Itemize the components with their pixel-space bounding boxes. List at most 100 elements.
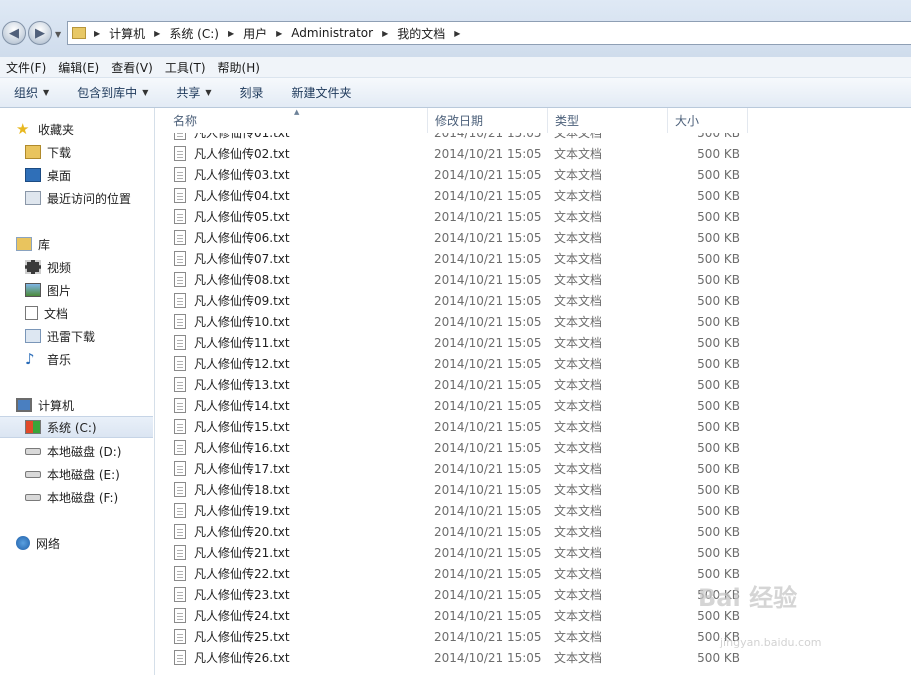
- file-type: 文本文档: [554, 588, 603, 602]
- file-name: 凡人修仙传02.txt: [174, 143, 290, 164]
- text-file-icon: [174, 293, 186, 308]
- text-file-icon: [174, 461, 186, 476]
- menu-view[interactable]: 查看(V): [105, 59, 159, 76]
- menu-tools[interactable]: 工具(T): [159, 59, 212, 76]
- file-row[interactable]: 凡人修仙传13.txt 2014/10/21 15:05 文本文档 500 KB: [166, 374, 911, 395]
- nav-favorites[interactable]: ★ 收藏夹: [0, 118, 169, 140]
- chevron-right-icon[interactable]: ▶: [276, 29, 282, 38]
- file-row[interactable]: 凡人修仙传24.txt 2014/10/21 15:05 文本文档 500 KB: [166, 605, 911, 626]
- chevron-right-icon[interactable]: ▶: [94, 29, 100, 38]
- menu-edit[interactable]: 编辑(E): [52, 59, 105, 76]
- nav-documents[interactable]: 文档: [0, 302, 178, 324]
- file-row[interactable]: 凡人修仙传08.txt 2014/10/21 15:05 文本文档 500 KB: [166, 269, 911, 290]
- nav-videos[interactable]: 视频: [0, 256, 178, 278]
- file-row[interactable]: 凡人修仙传01.txt 2014/10/21 15:05 文本文档 500 KB: [166, 133, 911, 143]
- file-date-modified: 2014/10/21 15:05: [434, 167, 542, 182]
- file-row[interactable]: 凡人修仙传16.txt 2014/10/21 15:05 文本文档 500 KB: [166, 437, 911, 458]
- breadcrumb-administrator[interactable]: Administrator: [291, 26, 373, 40]
- nav-recent-places[interactable]: 最近访问的位置: [0, 187, 178, 209]
- file-row[interactable]: 凡人修仙传03.txt 2014/10/21 15:05 文本文档 500 KB: [166, 164, 911, 185]
- nav-desktop[interactable]: 桌面: [0, 164, 178, 186]
- chevron-right-icon[interactable]: ▶: [454, 29, 460, 38]
- breadcrumb-my-documents[interactable]: 我的文档: [397, 25, 445, 42]
- forward-button[interactable]: ▶: [28, 21, 52, 45]
- file-type: 文本文档: [554, 420, 603, 434]
- nav-drive-f[interactable]: 本地磁盘 (F:): [0, 486, 178, 508]
- share-button[interactable]: 共享 ▼: [162, 84, 225, 101]
- hard-drive-icon: [25, 493, 41, 501]
- file-size: 500 KB: [697, 272, 740, 287]
- menu-help[interactable]: 帮助(H): [212, 59, 266, 76]
- file-date-modified: 2014/10/21 15:05: [434, 272, 542, 287]
- file-row[interactable]: 凡人修仙传17.txt 2014/10/21 15:05 文本文档 500 KB: [166, 458, 911, 479]
- network-globe-icon: [16, 536, 30, 550]
- music-note-icon: ♪: [25, 350, 35, 368]
- file-row[interactable]: 凡人修仙传26.txt 2014/10/21 15:05 文本文档 500 KB: [166, 647, 911, 668]
- file-row[interactable]: 凡人修仙传04.txt 2014/10/21 15:05 文本文档 500 KB: [166, 185, 911, 206]
- nav-computer[interactable]: 计算机: [0, 394, 169, 416]
- column-date-modified[interactable]: 修改日期: [428, 108, 548, 133]
- include-in-library-button[interactable]: 包含到库中 ▼: [63, 84, 162, 101]
- file-row[interactable]: 凡人修仙传11.txt 2014/10/21 15:05 文本文档 500 KB: [166, 332, 911, 353]
- file-row[interactable]: 凡人修仙传09.txt 2014/10/21 15:05 文本文档 500 KB: [166, 290, 911, 311]
- file-size: 500 KB: [697, 482, 740, 497]
- column-type[interactable]: 类型: [548, 108, 668, 133]
- breadcrumb-drive-c[interactable]: 系统 (C:): [169, 25, 219, 42]
- text-file-icon: [174, 419, 186, 434]
- nav-drive-e[interactable]: 本地磁盘 (E:): [0, 463, 178, 485]
- file-name: 凡人修仙传01.txt: [174, 133, 290, 143]
- text-file-icon: [174, 629, 186, 644]
- file-row[interactable]: 凡人修仙传18.txt 2014/10/21 15:05 文本文档 500 KB: [166, 479, 911, 500]
- watermark-url: jingyan.baidu.com: [720, 636, 822, 649]
- file-row[interactable]: 凡人修仙传07.txt 2014/10/21 15:05 文本文档 500 KB: [166, 248, 911, 269]
- file-type: 文本文档: [554, 168, 603, 182]
- new-folder-button[interactable]: 新建文件夹: [278, 84, 366, 101]
- file-row[interactable]: 凡人修仙传12.txt 2014/10/21 15:05 文本文档 500 KB: [166, 353, 911, 374]
- organize-button[interactable]: 组织 ▼: [0, 84, 63, 101]
- nav-drive-d[interactable]: 本地磁盘 (D:): [0, 440, 178, 462]
- file-row[interactable]: 凡人修仙传23.txt 2014/10/21 15:05 文本文档 500 KB: [166, 584, 911, 605]
- file-row[interactable]: 凡人修仙传06.txt 2014/10/21 15:05 文本文档 500 KB: [166, 227, 911, 248]
- file-row[interactable]: 凡人修仙传15.txt 2014/10/21 15:05 文本文档 500 KB: [166, 416, 911, 437]
- file-row[interactable]: 凡人修仙传20.txt 2014/10/21 15:05 文本文档 500 KB: [166, 521, 911, 542]
- nav-libraries[interactable]: 库: [0, 233, 169, 255]
- file-type: 文本文档: [554, 567, 603, 581]
- file-type: 文本文档: [554, 357, 603, 371]
- recent-places-icon: [25, 191, 41, 205]
- chevron-right-icon[interactable]: ▶: [228, 29, 234, 38]
- back-button[interactable]: ◀: [2, 21, 26, 45]
- nav-pictures[interactable]: 图片: [0, 279, 178, 301]
- file-date-modified: 2014/10/21 15:05: [434, 398, 542, 413]
- nav-downloads[interactable]: 下载: [0, 141, 178, 163]
- chevron-right-icon[interactable]: ▶: [154, 29, 160, 38]
- breadcrumb-computer[interactable]: 计算机: [109, 25, 145, 42]
- sort-up-icon: ▲: [294, 108, 300, 116]
- file-row[interactable]: 凡人修仙传14.txt 2014/10/21 15:05 文本文档 500 KB: [166, 395, 911, 416]
- file-row[interactable]: 凡人修仙传02.txt 2014/10/21 15:05 文本文档 500 KB: [166, 143, 911, 164]
- nav-drive-c[interactable]: 系统 (C:): [0, 416, 153, 438]
- file-row[interactable]: 凡人修仙传19.txt 2014/10/21 15:05 文本文档 500 KB: [166, 500, 911, 521]
- file-row[interactable]: 凡人修仙传21.txt 2014/10/21 15:05 文本文档 500 KB: [166, 542, 911, 563]
- text-file-icon: [174, 167, 186, 182]
- file-date-modified: 2014/10/21 15:05: [434, 650, 542, 665]
- recent-pages-dropdown-icon[interactable]: ▼: [55, 30, 61, 39]
- file-row[interactable]: 凡人修仙传10.txt 2014/10/21 15:05 文本文档 500 KB: [166, 311, 911, 332]
- address-box[interactable]: ▶ 计算机 ▶ 系统 (C:) ▶ 用户 ▶ Administrator ▶ 我的文档 ▶: [67, 21, 911, 45]
- nav-music[interactable]: ♪ 音乐: [0, 348, 178, 370]
- file-size: 500 KB: [697, 440, 740, 455]
- file-size: 500 KB: [697, 545, 740, 560]
- file-type: 文本文档: [554, 231, 603, 245]
- nav-xunlei-downloads[interactable]: 迅雷下载: [0, 325, 178, 347]
- burn-button[interactable]: 刻录: [226, 84, 278, 101]
- column-size[interactable]: 大小: [668, 108, 748, 133]
- file-type: 文本文档: [554, 378, 603, 392]
- text-file-icon: [174, 440, 186, 455]
- menu-file[interactable]: 文件(F): [0, 59, 52, 76]
- chevron-right-icon[interactable]: ▶: [382, 29, 388, 38]
- breadcrumb-users[interactable]: 用户: [243, 25, 267, 42]
- file-row[interactable]: 凡人修仙传05.txt 2014/10/21 15:05 文本文档 500 KB: [166, 206, 911, 227]
- file-row[interactable]: 凡人修仙传22.txt 2014/10/21 15:05 文本文档 500 KB: [166, 563, 911, 584]
- text-file-icon: [174, 524, 186, 539]
- text-file-icon: [174, 133, 186, 140]
- nav-network[interactable]: 网络: [0, 532, 169, 554]
